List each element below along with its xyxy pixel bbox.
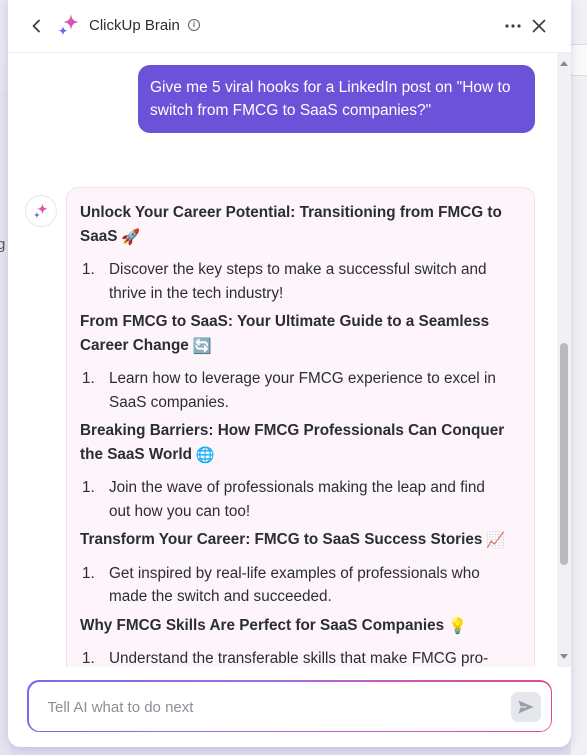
ai-avatar (25, 195, 57, 227)
hook-list-item: 1. Understand the transferable skills th… (80, 647, 520, 667)
composer-inner (28, 681, 551, 733)
ai-response-bubble: Unlock Your Career Potential: Transition… (66, 187, 535, 667)
info-icon[interactable]: i (188, 19, 200, 31)
send-button[interactable] (510, 691, 541, 722)
list-number: 1. (82, 370, 95, 387)
background-app-right (570, 0, 587, 755)
hook-title: Unlock Your Career Potential: Transition… (80, 201, 520, 249)
hook-title: Breaking Barriers: How FMCG Professional… (80, 419, 520, 467)
hook-list-item: 1. Discover the key steps to make a succ… (80, 258, 520, 305)
hook-description: Join the wave of professionals making th… (109, 479, 485, 520)
hook-title: From FMCG to SaaS: Your Ultimate Guide t… (80, 310, 520, 358)
hook-description: Learn how to leverage your FMCG experien… (109, 370, 496, 411)
background-partial-text: g (0, 236, 6, 253)
list-number: 1. (82, 261, 95, 278)
list-number: 1. (82, 564, 95, 582)
rocket-icon: 🚀 (121, 228, 141, 246)
conversation-scroll-area[interactable]: Give me 5 viral hooks for a LinkedIn pos… (8, 53, 557, 667)
more-options-button[interactable] (502, 14, 524, 38)
hook-description: Understand the transferable skills that … (109, 650, 489, 667)
vertical-scrollbar[interactable] (557, 53, 571, 667)
arrows-cycle-icon: 🔄 (192, 337, 212, 355)
composer (27, 680, 552, 733)
hook-title: Why FMCG Skills Are Perfect for SaaS Com… (80, 614, 520, 639)
light-bulb-icon: 💡 (448, 617, 468, 635)
hook-list-item: 1. Learn how to leverage your FMCG exper… (80, 367, 520, 414)
globe-icon: 🌐 (195, 446, 215, 464)
list-number: 1. (82, 650, 95, 667)
close-button[interactable] (527, 14, 551, 38)
more-horizontal-icon (505, 24, 521, 28)
background-toolbar-box (570, 44, 587, 76)
clickup-brain-sparkle-icon (58, 14, 79, 36)
prompt-input[interactable] (45, 681, 490, 733)
hook-title: Transform Your Career: FMCG to SaaS Succ… (80, 528, 520, 553)
back-button[interactable] (26, 14, 48, 38)
list-number: 1. (82, 479, 95, 496)
scroll-up-arrow-icon[interactable] (560, 61, 568, 66)
panel-title: ClickUp Brain (89, 17, 180, 34)
scroll-down-arrow-icon[interactable] (560, 654, 568, 659)
user-message-bubble: Give me 5 viral hooks for a LinkedIn pos… (138, 65, 535, 133)
panel-header: ClickUp Brain i (8, 0, 571, 53)
clickup-brain-panel: ClickUp Brain i Give me 5 viral hooks fo… (8, 0, 571, 747)
hook-list-item: 1. Get inspired by real-life examples of… (80, 562, 520, 609)
send-icon (518, 700, 533, 713)
brain-sparkle-icon (33, 203, 48, 219)
hook-description: Get inspired by real-life examples of pr… (109, 564, 480, 606)
hook-list-item: 1. Join the wave of professionals making… (80, 476, 520, 523)
close-icon (532, 19, 546, 33)
scrollbar-thumb[interactable] (560, 343, 568, 565)
chart-increasing-icon: 📈 (486, 532, 506, 549)
chevron-left-icon (32, 19, 40, 33)
hook-description: Discover the key steps to make a success… (109, 261, 487, 302)
